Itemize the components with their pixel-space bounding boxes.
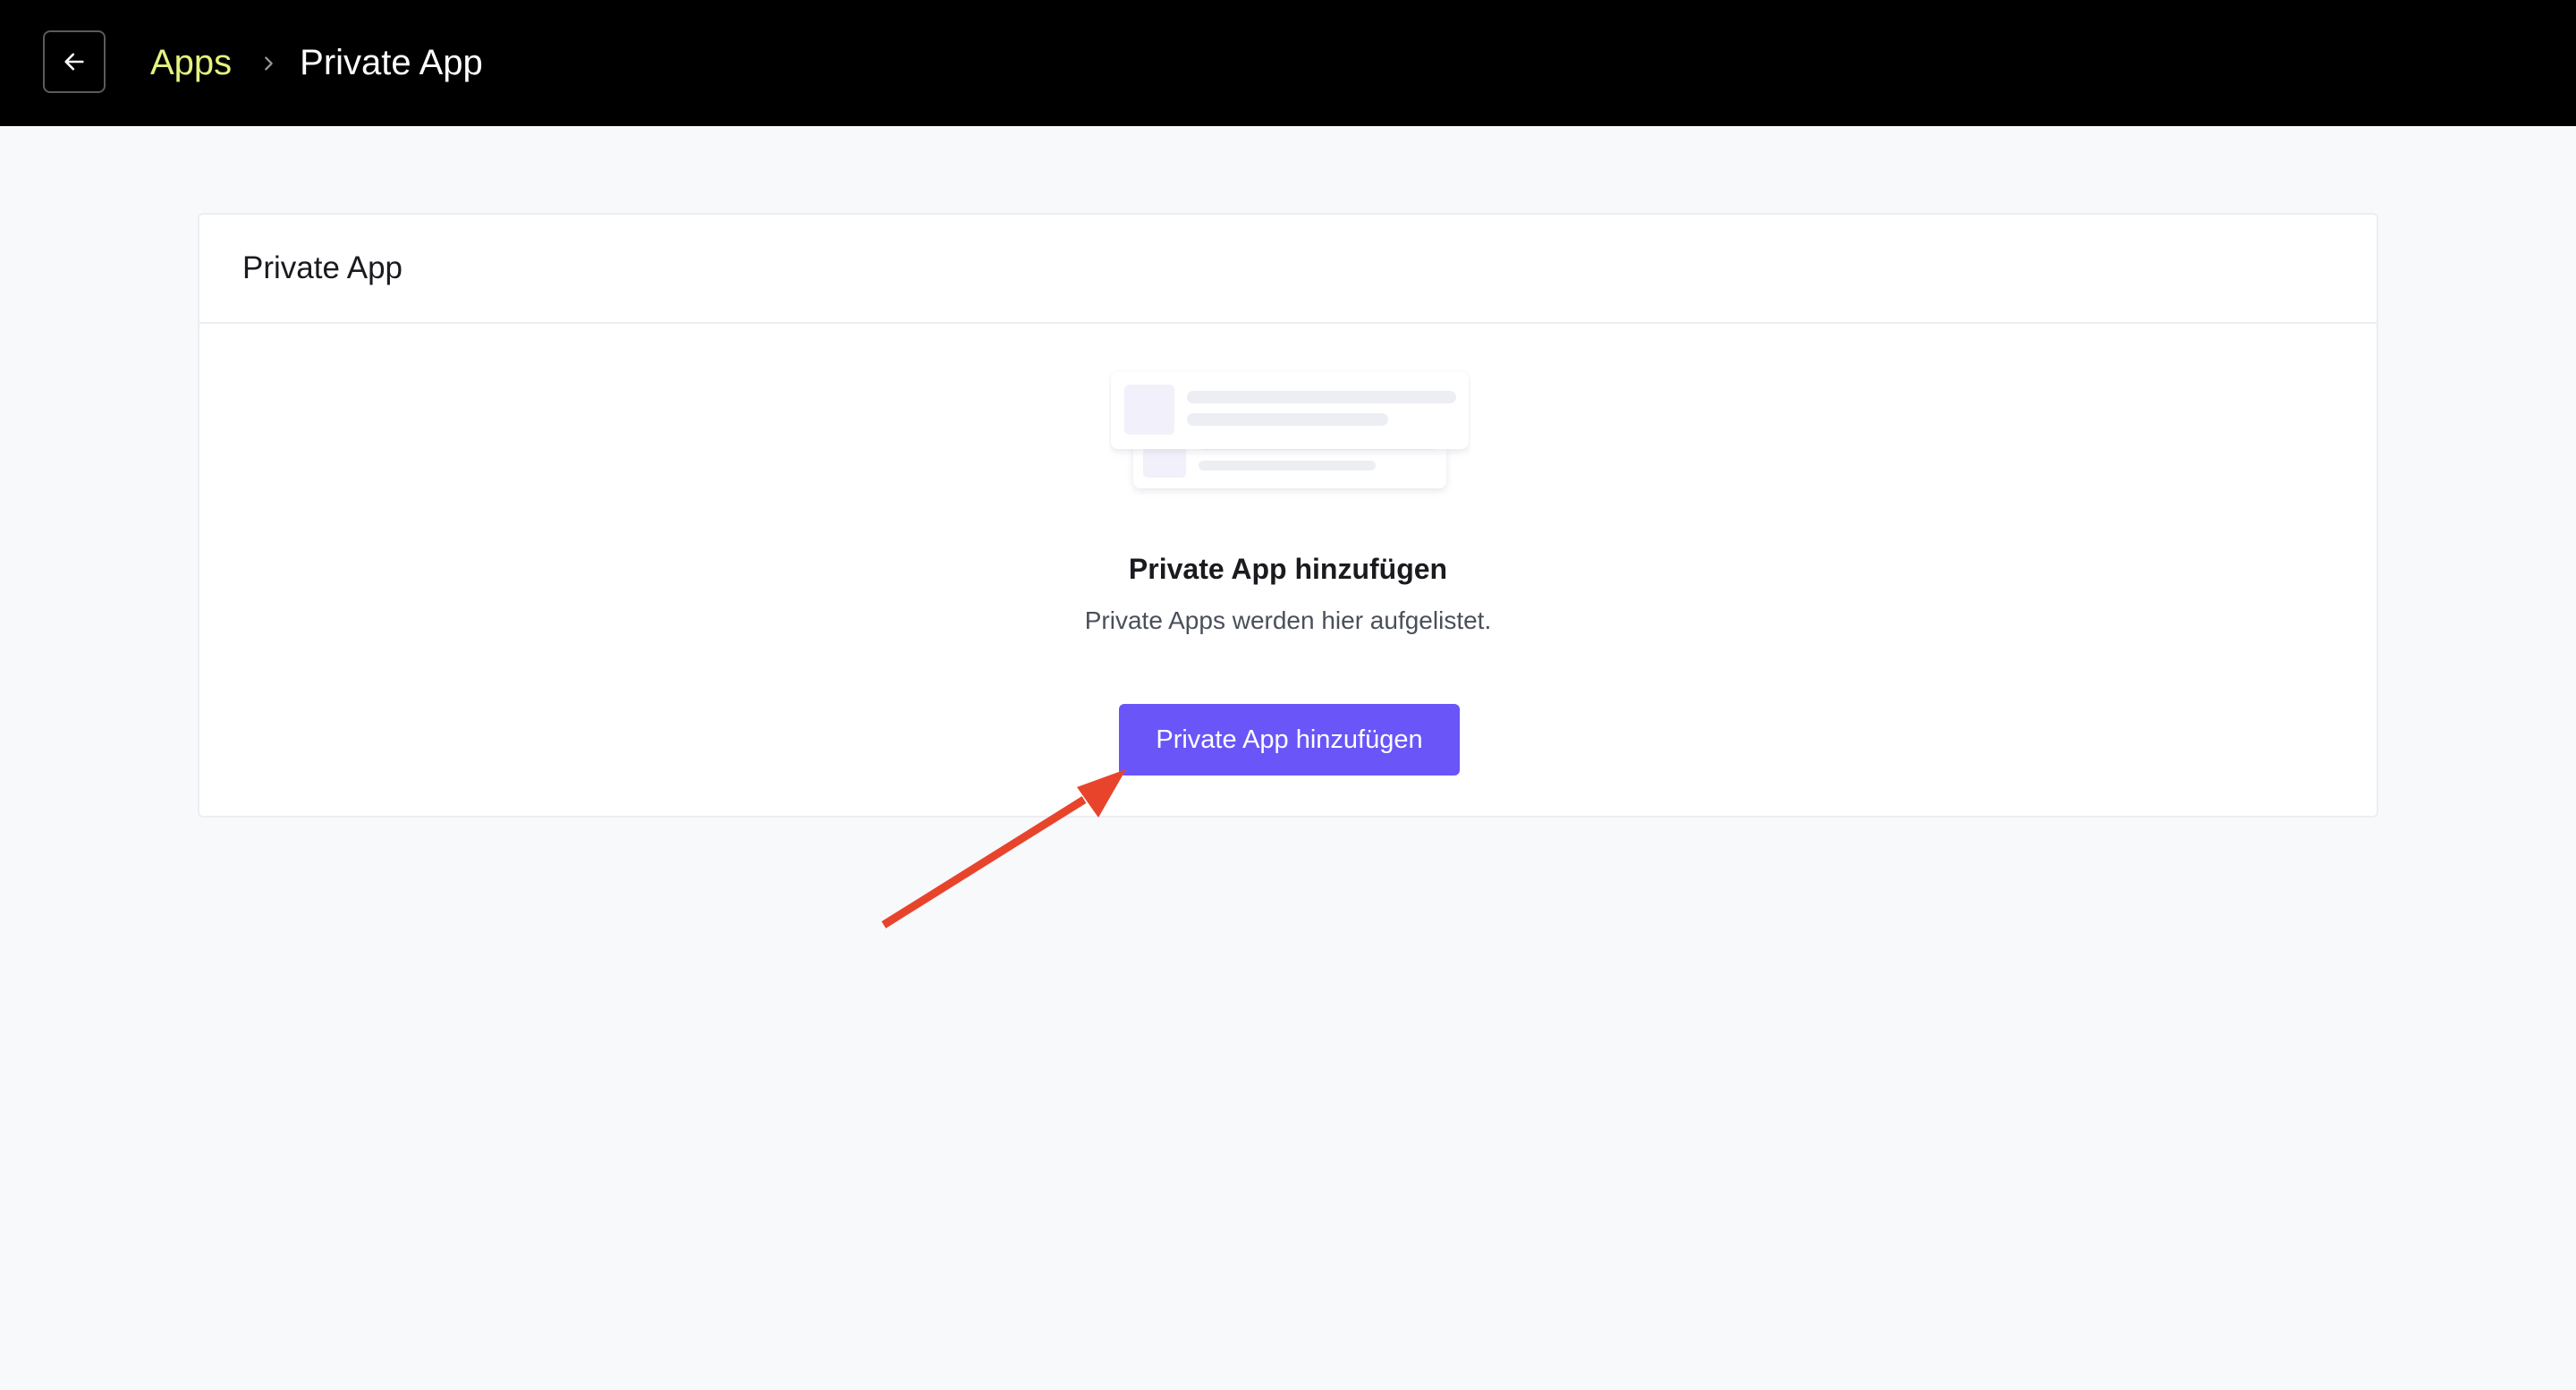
chevron-right-icon	[258, 52, 278, 75]
breadcrumb: Apps Private App	[150, 0, 483, 126]
breadcrumb-current: Private App	[300, 43, 483, 82]
empty-state-title: Private App hinzufügen	[1128, 553, 1448, 585]
empty-state-description: Private Apps werden hier aufgelistet.	[1084, 606, 1492, 634]
list-placeholder-illustration	[1111, 372, 1469, 488]
private-app-card: Private App Private App hinzufügen Priva…	[198, 213, 2378, 818]
card-title: Private App	[199, 215, 2377, 324]
top-bar: Apps Private App	[0, 0, 2576, 126]
back-button[interactable]	[43, 30, 106, 93]
add-private-app-button[interactable]: Private App hinzufügen	[1119, 704, 1460, 776]
breadcrumb-apps-link[interactable]: Apps	[150, 43, 232, 83]
arrow-left-icon	[64, 53, 84, 71]
